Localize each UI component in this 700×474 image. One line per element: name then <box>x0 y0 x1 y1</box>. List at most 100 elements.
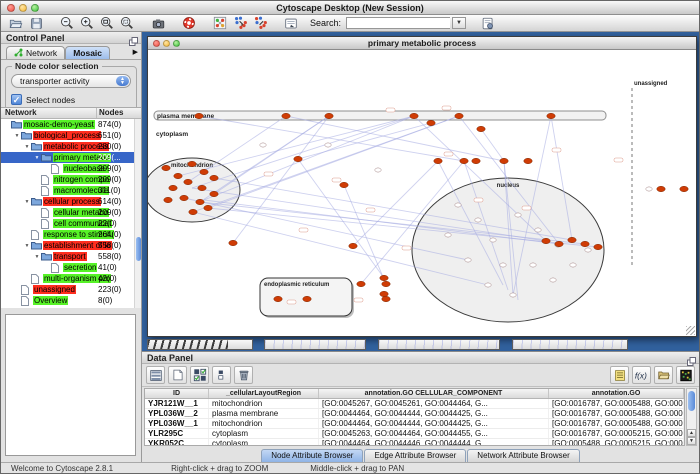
network-node[interactable] <box>475 218 481 222</box>
node-color-dropdown[interactable]: transporter activity ▲▼ <box>11 74 131 88</box>
network-node[interactable] <box>477 126 485 131</box>
network-node[interactable] <box>325 113 333 118</box>
network-node[interactable] <box>550 278 556 282</box>
network-view-window[interactable]: primary metabolic process plasma membran… <box>147 36 697 337</box>
tree-row[interactable]: cell communicat22(0) <box>1 218 141 229</box>
tree-scrollbar[interactable] <box>134 119 141 308</box>
network-node[interactable] <box>196 199 204 204</box>
network-node[interactable] <box>382 296 390 301</box>
network-node[interactable] <box>585 248 591 252</box>
network-graph[interactable]: plasma membranecytoplasmmitochondrionnuc… <box>148 50 696 336</box>
tree-scrollbar-thumb[interactable] <box>136 237 141 261</box>
tab-edge-attribute-browser[interactable]: Edge Attribute Browser <box>364 449 466 462</box>
network-node[interactable] <box>200 169 208 174</box>
network-node[interactable] <box>325 143 331 147</box>
network-node[interactable] <box>169 185 177 190</box>
network-node[interactable] <box>555 241 563 246</box>
network-node[interactable] <box>570 263 576 267</box>
network-node[interactable] <box>188 161 196 166</box>
tree-row[interactable]: mosaic-demo-yeast874(0) <box>1 119 141 130</box>
tree-col-nodes[interactable]: Nodes <box>97 108 141 118</box>
tab-mosaic[interactable]: Mosaic <box>65 46 110 59</box>
network-node[interactable] <box>410 113 418 118</box>
network-node[interactable] <box>174 173 182 178</box>
network-node[interactable] <box>490 238 496 242</box>
network-node[interactable] <box>195 113 203 118</box>
network-node[interactable] <box>375 168 381 172</box>
network-node[interactable] <box>465 258 471 262</box>
tree-row[interactable]: response to stimulu264(0) <box>1 229 141 240</box>
network-node[interactable] <box>164 197 172 202</box>
tree-row[interactable]: ▼transport558(0) <box>1 251 141 262</box>
tree-row[interactable]: ▼primary metabo209(... <box>1 152 141 163</box>
tab-network[interactable]: Network <box>6 46 65 59</box>
network-node[interactable] <box>535 228 541 232</box>
background-window[interactable] <box>264 339 366 350</box>
network-node[interactable] <box>680 186 688 191</box>
tree-row[interactable]: ▼establishment of lo558(0) <box>1 240 141 251</box>
network-node[interactable] <box>274 296 282 301</box>
table-row[interactable]: YJR121W__1mitochondrion[GO:0045267, GO:0… <box>145 399 684 409</box>
tree-row[interactable]: nitrogen compo209(0) <box>1 174 141 185</box>
network-node[interactable] <box>460 158 468 163</box>
background-window[interactable] <box>378 339 500 350</box>
network-node[interactable] <box>382 281 390 286</box>
save-session-button[interactable] <box>27 16 45 31</box>
network-zoom-button[interactable] <box>173 40 180 47</box>
network-edge[interactable] <box>233 116 329 243</box>
network-node[interactable] <box>445 233 451 237</box>
snapshot-button[interactable] <box>149 16 167 31</box>
attribute-table-header[interactable]: ID_cellularLayoutRegionannotation.GO CEL… <box>145 389 684 399</box>
close-button[interactable] <box>7 4 15 12</box>
table-row[interactable]: YPL036W__1mitochondrion[GO:0044464, GO:0… <box>145 419 684 429</box>
table-column-header[interactable]: annotation.GO MOLECULAR_FUNCTION <box>549 389 684 398</box>
network-node[interactable] <box>542 238 550 243</box>
network-node[interactable] <box>581 241 589 246</box>
attribute-batch-button[interactable] <box>610 366 629 384</box>
network-overview-button[interactable] <box>211 16 229 31</box>
birds-eye-view[interactable] <box>5 314 136 456</box>
network-edge[interactable] <box>204 116 414 200</box>
network-node[interactable] <box>210 191 218 196</box>
network-node[interactable] <box>229 240 237 245</box>
select-attributes-button[interactable] <box>190 366 209 384</box>
table-column-header[interactable]: ID <box>145 389 209 398</box>
network-edge[interactable] <box>192 116 414 188</box>
scroll-down-button[interactable]: ▼ <box>687 437 696 445</box>
resize-grip-icon[interactable] <box>686 326 695 335</box>
network-close-button[interactable] <box>153 40 160 47</box>
tree-row[interactable]: ▼cellular process614(0) <box>1 196 141 207</box>
network-node[interactable] <box>340 182 348 187</box>
network-node[interactable] <box>282 113 290 118</box>
tree-row[interactable]: multi-organism pro42(0) <box>1 273 141 284</box>
delete-attribute-button[interactable] <box>234 366 253 384</box>
network-node[interactable] <box>434 158 442 163</box>
zoom-fit-content-button[interactable] <box>98 16 116 31</box>
network-node[interactable] <box>357 281 365 286</box>
search-dropdown-button[interactable]: ▼ <box>452 17 466 29</box>
network-node[interactable] <box>427 120 435 125</box>
network-node[interactable] <box>594 244 602 249</box>
network-edge[interactable] <box>481 129 504 161</box>
expand-arrow-icon[interactable]: ▼ <box>33 155 41 161</box>
help-button[interactable] <box>180 16 198 31</box>
tree-row[interactable]: unassigned223(0) <box>1 284 141 295</box>
tree-row[interactable]: secretion41(0) <box>1 262 141 273</box>
import-attributes-button[interactable] <box>654 366 673 384</box>
zoom-out-button[interactable] <box>58 16 76 31</box>
expand-arrow-icon[interactable]: ▼ <box>23 199 31 205</box>
table-row[interactable]: YKR052Ccytoplasm[GO:0044464, GO:0044446,… <box>145 439 684 446</box>
network-node[interactable] <box>380 291 388 296</box>
tree-row[interactable]: ▼biological_process651(0) <box>1 130 141 141</box>
attribute-matrix-button[interactable] <box>146 366 165 384</box>
expand-arrow-icon[interactable]: ▼ <box>13 133 21 139</box>
network-node[interactable] <box>380 275 388 280</box>
table-scrollbar[interactable]: ▲ ▼ <box>686 388 697 446</box>
table-row[interactable]: YLR295Ccytoplasm[GO:0045263, GO:0044464,… <box>145 429 684 439</box>
tab-network-attribute-browser[interactable]: Network Attribute Browser <box>467 449 579 462</box>
table-column-header[interactable]: _cellularLayoutRegion <box>209 389 319 398</box>
open-session-button[interactable] <box>7 16 25 31</box>
network-canvas[interactable]: plasma membranecytoplasmmitochondrionnuc… <box>148 50 696 336</box>
network-node[interactable] <box>524 158 532 163</box>
scroll-up-button[interactable]: ▲ <box>687 429 696 437</box>
